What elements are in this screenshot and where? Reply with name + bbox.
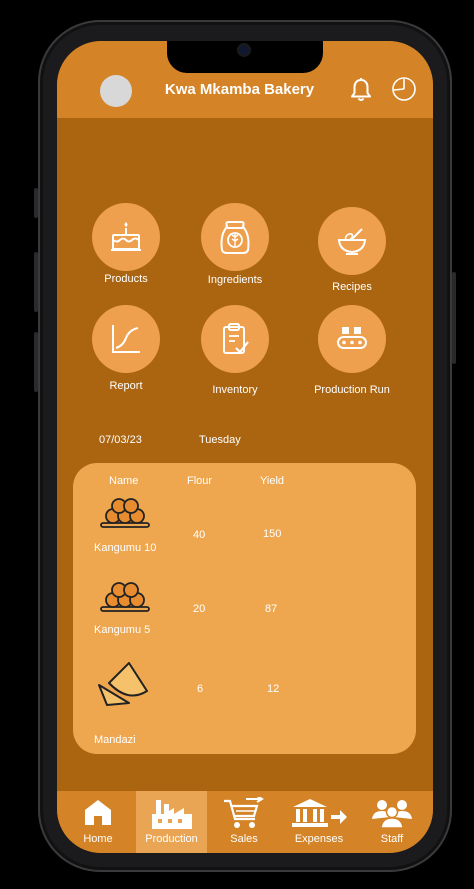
report-circle xyxy=(92,305,160,373)
production-table: Name Flour Yield Kangumu 10 40 150 Kangu… xyxy=(73,463,416,754)
yield-value: 150 xyxy=(263,528,282,540)
line-chart-icon xyxy=(112,325,140,353)
flour-sack-icon xyxy=(220,221,250,254)
volume-up-button xyxy=(34,252,38,312)
production-run-label: Production Run xyxy=(314,384,390,396)
production-run-circle xyxy=(318,305,386,373)
tab-expenses-label: Expenses xyxy=(294,833,344,845)
tab-home-label: Home xyxy=(83,833,113,845)
volume-down-button xyxy=(34,332,38,392)
yield-value: 12 xyxy=(267,683,280,695)
recipes-tile[interactable]: Recipes xyxy=(292,207,412,293)
production-run-tile[interactable]: Production Run xyxy=(292,305,412,396)
inventory-tile[interactable]: Inventory xyxy=(175,305,295,396)
camera xyxy=(239,45,249,55)
mixing-bowl-icon xyxy=(337,228,367,255)
product-name: Mandazi xyxy=(94,734,136,746)
avatar[interactable] xyxy=(100,75,132,107)
column-header-flour: Flour xyxy=(187,475,213,487)
kangumu-icon xyxy=(100,582,150,612)
inventory-label: Inventory xyxy=(212,384,258,396)
side-button xyxy=(34,188,38,218)
tab-sales[interactable]: Sales xyxy=(213,791,275,853)
column-header-name: Name xyxy=(109,475,139,487)
bell-icon[interactable] xyxy=(349,77,373,103)
summary-day: Tuesday xyxy=(199,434,241,446)
column-header-yield: Yield xyxy=(260,475,285,487)
report-label: Report xyxy=(109,380,143,392)
page-title: Kwa Mkamba Bakery xyxy=(164,81,315,98)
yield-value: 87 xyxy=(265,603,278,615)
mandazi-icon xyxy=(98,662,148,706)
report-tile[interactable]: Report xyxy=(66,305,186,392)
cake-icon xyxy=(111,222,141,251)
clipboard-check-icon xyxy=(223,323,249,354)
tab-sales-label: Sales xyxy=(230,833,258,845)
kangumu-icon xyxy=(100,498,150,528)
power-button xyxy=(452,272,456,364)
products-circle xyxy=(92,203,160,271)
tab-staff-label: Staff xyxy=(380,833,404,845)
product-name: Kangumu 5 xyxy=(94,624,151,636)
ingredients-label: Ingredients xyxy=(207,274,263,286)
notch xyxy=(167,41,323,73)
tab-expenses[interactable]: Expenses xyxy=(283,791,355,853)
flour-value: 40 xyxy=(193,529,206,541)
ingredients-circle xyxy=(201,203,269,271)
inventory-circle xyxy=(201,305,269,373)
tab-production-label: Production xyxy=(145,833,198,845)
flour-value: 20 xyxy=(193,603,206,615)
recipes-label: Recipes xyxy=(332,281,372,293)
cart-icon xyxy=(224,797,264,828)
tab-staff[interactable]: Staff xyxy=(361,791,423,853)
factory-icon xyxy=(151,800,192,829)
bottom-tab-bar: Home Production Sales Expenses Staff xyxy=(57,791,433,853)
summary-date: 07/03/23 xyxy=(99,434,142,446)
clock-icon[interactable] xyxy=(391,76,417,102)
screen: Kwa Mkamba Bakery Products Ingredients R… xyxy=(57,41,433,853)
products-tile[interactable]: Products xyxy=(66,203,186,285)
ingredients-tile[interactable]: Ingredients xyxy=(175,203,295,286)
product-name: Kangumu 10 xyxy=(94,542,157,554)
tab-production[interactable]: Production xyxy=(136,791,207,853)
bank-icon xyxy=(292,799,347,827)
tab-home[interactable]: Home xyxy=(65,791,131,853)
conveyor-icon xyxy=(337,327,367,349)
people-icon xyxy=(372,800,412,829)
recipes-circle xyxy=(318,207,386,275)
products-label: Products xyxy=(104,273,148,285)
home-icon xyxy=(85,800,111,825)
flour-value: 6 xyxy=(197,683,204,695)
